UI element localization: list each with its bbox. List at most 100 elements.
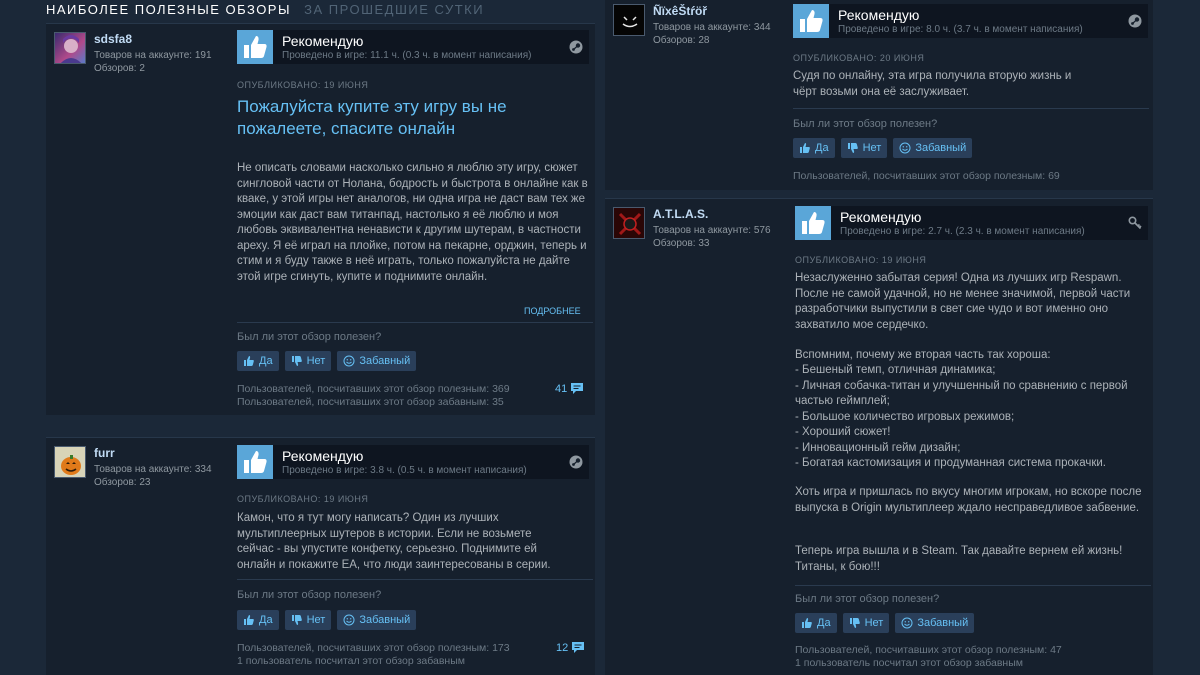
thumbs-up-icon (244, 356, 254, 366)
vote-buttons: Да Нет Забавный (237, 610, 417, 630)
author-meta: Товаров на аккаунте: 344 Обзоров: 28 (653, 21, 771, 47)
posted-date: Опубликовано: 20 июня (793, 53, 925, 63)
author-name[interactable]: A.T.L.A.S. (653, 207, 708, 221)
steam-icon (569, 455, 583, 469)
author-name[interactable]: sdsfa8 (94, 32, 132, 46)
helpful-question: Был ли этот обзор полезен? (237, 589, 382, 601)
review-text-p2: Вспомним, почему же вторая часть так хор… (795, 349, 1051, 361)
review-text: Камон, что я тут могу написать? Один из … (237, 512, 551, 571)
vote-no-button[interactable]: Нет (840, 138, 888, 158)
divider (795, 585, 1151, 586)
posted-date: Опубликовано: 19 июня (237, 80, 369, 90)
avatar[interactable] (54, 32, 86, 64)
vote-no-label: Нет (306, 355, 326, 367)
vote-buttons: Да Нет Забавный (793, 138, 973, 158)
review-card: ÑïxêŠtŕöř Товаров на аккаунте: 344 Обзор… (605, 0, 1153, 190)
comments-link[interactable]: 12 (556, 641, 585, 654)
posted-date: Опубликовано: 19 июня (795, 255, 927, 265)
smiley-icon (901, 617, 913, 629)
vote-no-button[interactable]: Нет (284, 351, 332, 371)
list-item: - Большое количество игровых режимов; (795, 410, 1015, 423)
list-item: - Личная собачка-титан и улучшенный по с… (795, 379, 1128, 408)
author-name[interactable]: furr (94, 446, 115, 460)
vote-yes-button[interactable]: Да (237, 351, 279, 371)
reviews-count[interactable]: Обзоров: 33 (653, 237, 771, 250)
list-item: - Богатая кастомизация и продуманная сис… (795, 457, 1106, 469)
hours-played: Проведено в игре: 2.7 ч. (2.3 ч. в момен… (840, 226, 1085, 237)
vote-yes-button[interactable]: Да (795, 613, 837, 633)
vote-yes-button[interactable]: Да (237, 610, 279, 630)
list-item: - Инновационный гейм дизайн; (795, 441, 961, 454)
divider (237, 579, 593, 580)
vote-no-button[interactable]: Нет (284, 610, 332, 630)
vote-no-label: Нет (306, 614, 326, 626)
vote-yes-label: Да (259, 355, 273, 367)
read-more-link[interactable]: Подробнее (524, 306, 581, 316)
steam-icon (1128, 14, 1142, 28)
vote-no-label: Нет (862, 142, 882, 154)
thumbs-up-icon (244, 615, 254, 625)
section-header: Наиболее полезные обзоры за прошедшие су… (46, 2, 484, 17)
thumbs-up-icon (237, 445, 273, 479)
review-list: - Бешеный темп, отличная динамика; - Лич… (795, 363, 1143, 472)
thumbs-down-icon (849, 618, 860, 628)
vote-yes-label: Да (259, 614, 273, 626)
helpful-count: Пользователей, посчитавших этот обзор по… (237, 383, 510, 395)
vote-yes-label: Да (817, 617, 831, 629)
comment-icon (572, 642, 585, 653)
section-title: Наиболее полезные обзоры (46, 2, 291, 17)
verdict: Рекомендую (282, 33, 364, 49)
funny-count: 1 пользователь посчитал этот обзор забав… (795, 657, 1023, 669)
avatar[interactable] (54, 446, 86, 478)
posted-date: Опубликовано: 19 июня (237, 494, 369, 504)
avatar[interactable] (613, 4, 645, 36)
funny-count: Пользователей, посчитавших этот обзор за… (237, 396, 504, 408)
products-count: Товаров на аккаунте: 191 (94, 50, 212, 61)
vote-yes-label: Да (815, 142, 829, 154)
funny-count: 1 пользователь посчитал этот обзор забав… (237, 655, 465, 667)
review-card: sdsfa8 Товаров на аккаунте: 191 Обзоров:… (46, 23, 595, 415)
section-subtitle: за прошедшие сутки (304, 2, 485, 17)
comments-link[interactable]: 41 (555, 382, 584, 395)
verdict: Рекомендую (838, 7, 920, 23)
divider (237, 322, 593, 323)
vote-buttons: Да Нет Забавный (237, 351, 417, 371)
hours-played: Проведено в игре: 11.1 ч. (0.3 ч. в моме… (282, 50, 532, 61)
review-text-p4: Теперь игра вышла и в Steam. Так давайте… (795, 545, 1123, 573)
author-meta: Товаров на аккаунте: 191 Обзоров: 2 (94, 49, 212, 75)
vote-yes-button[interactable]: Да (793, 138, 835, 158)
review-stats: Пользователей, посчитавших этот обзор по… (237, 383, 510, 409)
products-count: Товаров на аккаунте: 334 (94, 464, 212, 475)
verdict: Рекомендую (282, 448, 364, 464)
review-stats: Пользователей, посчитавших этот обзор по… (237, 642, 510, 668)
review-stats: Пользователей, посчитавших этот обзор по… (795, 644, 1062, 670)
steam-icon (569, 40, 583, 54)
review-text-p3: Хоть игра и пришлась по вкусу многим игр… (795, 486, 1142, 514)
list-item: - Бешеный темп, отличная динамика; (795, 364, 996, 376)
avatar[interactable] (613, 207, 645, 239)
thumbs-up-icon (237, 30, 273, 64)
vote-funny-button[interactable]: Забавный (337, 610, 417, 630)
vote-funny-button[interactable]: Забавный (895, 613, 975, 633)
author-name[interactable]: ÑïxêŠtŕöř (653, 4, 707, 18)
vote-no-button[interactable]: Нет (842, 613, 890, 633)
products-count: Товаров на аккаунте: 344 (653, 22, 771, 33)
comment-icon (571, 383, 584, 394)
hours-played: Проведено в игре: 8.0 ч. (3.7 ч. в момен… (838, 24, 1083, 35)
vote-header[interactable]: Рекомендую Проведено в игре: 3.8 ч. (0.5… (237, 445, 589, 479)
reviews-count[interactable]: Обзоров: 2 (94, 62, 212, 75)
reviews-count[interactable]: Обзоров: 28 (653, 34, 771, 47)
helpful-question: Был ли этот обзор полезен? (795, 593, 940, 605)
key-icon (1128, 216, 1142, 230)
vote-header[interactable]: Рекомендую Проведено в игре: 11.1 ч. (0.… (237, 30, 589, 64)
vote-funny-label: Забавный (915, 142, 967, 154)
vote-funny-button[interactable]: Забавный (337, 351, 417, 371)
vote-header[interactable]: Рекомендую Проведено в игре: 2.7 ч. (2.3… (795, 206, 1148, 240)
vote-header[interactable]: Рекомендую Проведено в игре: 8.0 ч. (3.7… (793, 4, 1148, 38)
review-text-p1: Незаслуженно забытая серия! Одна из лучш… (795, 272, 1131, 331)
author-meta: Товаров на аккаунте: 576 Обзоров: 33 (653, 224, 771, 250)
thumbs-down-icon (291, 356, 302, 366)
review-card: A.T.L.A.S. Товаров на аккаунте: 576 Обзо… (605, 198, 1153, 675)
vote-funny-button[interactable]: Забавный (893, 138, 973, 158)
reviews-count[interactable]: Обзоров: 23 (94, 476, 212, 489)
